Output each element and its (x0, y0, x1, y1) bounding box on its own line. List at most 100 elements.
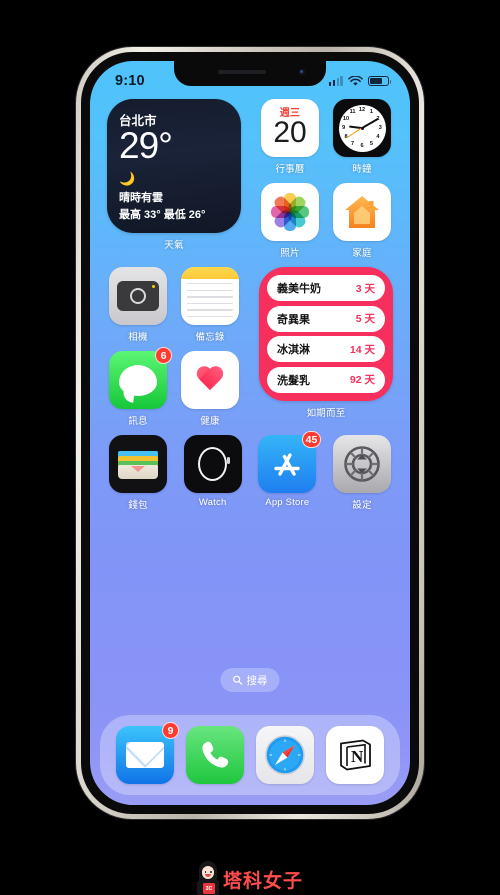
clock-icon[interactable]: 12 1 2 3 4 5 6 7 8 (333, 99, 391, 157)
expiry-item-name: 洗髮乳 (277, 374, 310, 387)
appstore-badge: 45 (301, 431, 322, 448)
app-appstore-label: App Store (265, 497, 310, 508)
notes-icon[interactable] (181, 267, 239, 325)
gear-icon[interactable] (332, 435, 391, 493)
avatar-face (201, 866, 214, 879)
expiry-item-days: 3 天 (355, 282, 375, 295)
weather-temperature: 29° (119, 125, 173, 166)
mail-badge: 9 (162, 722, 179, 739)
camera-indicator (151, 284, 155, 288)
calendar-day: 20 (273, 116, 307, 149)
app-photos[interactable]: 照片 (259, 183, 321, 259)
clock-numeral: 6 (360, 143, 364, 150)
heart-icon[interactable] (181, 351, 239, 409)
search-pill[interactable]: 搜尋 (220, 668, 280, 692)
notes-lines (181, 279, 239, 318)
dock-app-mail[interactable]: 9 (116, 722, 179, 784)
notion-n-icon[interactable]: N (326, 726, 384, 784)
watermark: 3C 塔科女子 (196, 861, 304, 895)
clock-second-hand (346, 127, 363, 139)
app-calendar[interactable]: 週三 20 行事曆 (259, 99, 321, 175)
home-row-2: 相機 備忘錄 6 訊息 健康 義美牛奶 3 天 奇異果 5 天 冰淇淋 14 天… (107, 267, 393, 427)
photos-icon[interactable] (261, 183, 319, 241)
clock-numeral: 12 (358, 106, 366, 113)
wifi-icon (348, 75, 363, 86)
notch (174, 61, 326, 86)
app-health[interactable]: 健康 (179, 351, 241, 427)
clock-center-pin (360, 126, 364, 130)
app-appstore[interactable]: 45 App Store (256, 431, 322, 511)
app-clock[interactable]: 12 1 2 3 4 5 6 7 8 (331, 99, 393, 175)
expiry-item-days: 5 天 (355, 313, 375, 326)
app-watch-label: Watch (198, 497, 227, 508)
home-row-1: 台北市 29° 🌙 晴時有雲 最高 33° 最低 26° 天氣 週三 20 行事… (107, 99, 393, 259)
expiry-item-name: 義美牛奶 (277, 283, 321, 295)
iphone-device-frame: 9:10 台北市 29° 🌙 晴時有雲 最高 33° 最低 26° 天氣 週三 … (76, 47, 424, 819)
clock-numeral: 5 (369, 140, 373, 147)
watch-icon[interactable] (183, 435, 242, 493)
clock-numeral: 7 (351, 140, 355, 147)
camera-lens (130, 288, 146, 304)
messages-badge: 6 (155, 347, 172, 364)
wallet-icon[interactable] (109, 435, 167, 493)
earpiece-speaker-icon (218, 70, 266, 74)
clock-face: 12 1 2 3 4 5 6 7 8 (338, 104, 386, 152)
signal-bars-icon (328, 76, 343, 86)
app-photos-label: 照片 (280, 248, 300, 259)
clock-minute-hand (361, 117, 379, 129)
home-screen: 台北市 29° 🌙 晴時有雲 最高 33° 最低 26° 天氣 週三 20 行事… (90, 99, 410, 805)
device-bezel: 9:10 台北市 29° 🌙 晴時有雲 最高 33° 最低 26° 天氣 週三 … (81, 52, 419, 814)
expiry-item-days: 14 天 (349, 343, 375, 356)
app-wallet[interactable]: 錢包 (107, 435, 169, 511)
device-screen: 9:10 台北市 29° 🌙 晴時有雲 最高 33° 最低 26° 天氣 週三 … (90, 61, 410, 805)
clock-numeral: 11 (349, 109, 356, 116)
calendar-icon[interactable]: 週三 20 (261, 99, 319, 157)
expiry-item-name: 奇異果 (277, 313, 310, 326)
home-row-2-left: 相機 備忘錄 6 訊息 健康 (107, 267, 241, 427)
status-icons (328, 75, 392, 87)
expiry-item-name: 冰淇淋 (277, 344, 310, 357)
expiry-widget-body[interactable]: 義美牛奶 3 天 奇異果 5 天 冰淇淋 14 天 洗髮乳 92 天 (259, 267, 393, 401)
dock: 9 N (100, 715, 400, 795)
expiry-item[interactable]: 奇異果 5 天 (267, 305, 385, 332)
app-home[interactable]: 家庭 (331, 183, 393, 259)
safari-compass-icon[interactable] (256, 726, 314, 784)
search-label: 搜尋 (246, 674, 268, 687)
front-camera-icon (298, 68, 306, 76)
status-time: 9:10 (115, 73, 145, 89)
weather-widget-body[interactable]: 台北市 29° 🌙 晴時有雲 最高 33° 最低 26° (107, 99, 241, 233)
app-messages[interactable]: 6 訊息 (107, 347, 172, 427)
app-notes[interactable]: 備忘錄 (179, 267, 241, 343)
phone-handset-icon[interactable] (186, 726, 244, 784)
widget-expiry[interactable]: 義美牛奶 3 天 奇異果 5 天 冰淇淋 14 天 洗髮乳 92 天 如期而至 (259, 267, 393, 427)
app-camera[interactable]: 相機 (107, 267, 169, 343)
camera-icon[interactable] (109, 267, 167, 325)
app-wallet-label: 錢包 (128, 500, 148, 511)
battery-icon (368, 75, 392, 87)
clock-numeral: 3 (378, 125, 382, 131)
watermark-avatar: 3C (196, 861, 219, 895)
screenshot-root: 9:10 台北市 29° 🌙 晴時有雲 最高 33° 最低 26° 天氣 週三 … (0, 0, 500, 895)
watermark-text: 塔科女子 (222, 871, 304, 892)
weather-condition: 晴時有雲 (119, 192, 163, 204)
app-messages-icon-wrap: 6 (109, 347, 172, 409)
heart-shape (195, 367, 225, 394)
expiry-item[interactable]: 義美牛奶 3 天 (267, 275, 385, 301)
app-settings[interactable]: 設定 (331, 435, 393, 511)
app-settings-label: 設定 (352, 500, 372, 511)
search-icon (233, 675, 243, 685)
mug-text: 3C (205, 885, 213, 892)
expiry-item-days: 92 天 (349, 374, 375, 387)
app-health-label: 健康 (200, 416, 220, 427)
clock-numeral: 9 (342, 125, 346, 131)
clock-numeral: 1 (369, 109, 373, 116)
home-house-icon[interactable] (333, 183, 391, 241)
app-notes-label: 備忘錄 (195, 332, 225, 343)
widget-weather[interactable]: 台北市 29° 🌙 晴時有雲 最高 33° 最低 26° 天氣 (107, 99, 241, 259)
app-clock-label: 時鐘 (352, 164, 372, 175)
expiry-item[interactable]: 冰淇淋 14 天 (267, 336, 385, 363)
envelope-shape (126, 742, 164, 768)
expiry-item[interactable]: 洗髮乳 92 天 (267, 366, 385, 393)
app-watch[interactable]: Watch (182, 435, 244, 511)
home-row-1-right: 週三 20 行事曆 12 1 3 4 5 6 7 9 10 11 時鐘 照片 家… (259, 99, 393, 259)
